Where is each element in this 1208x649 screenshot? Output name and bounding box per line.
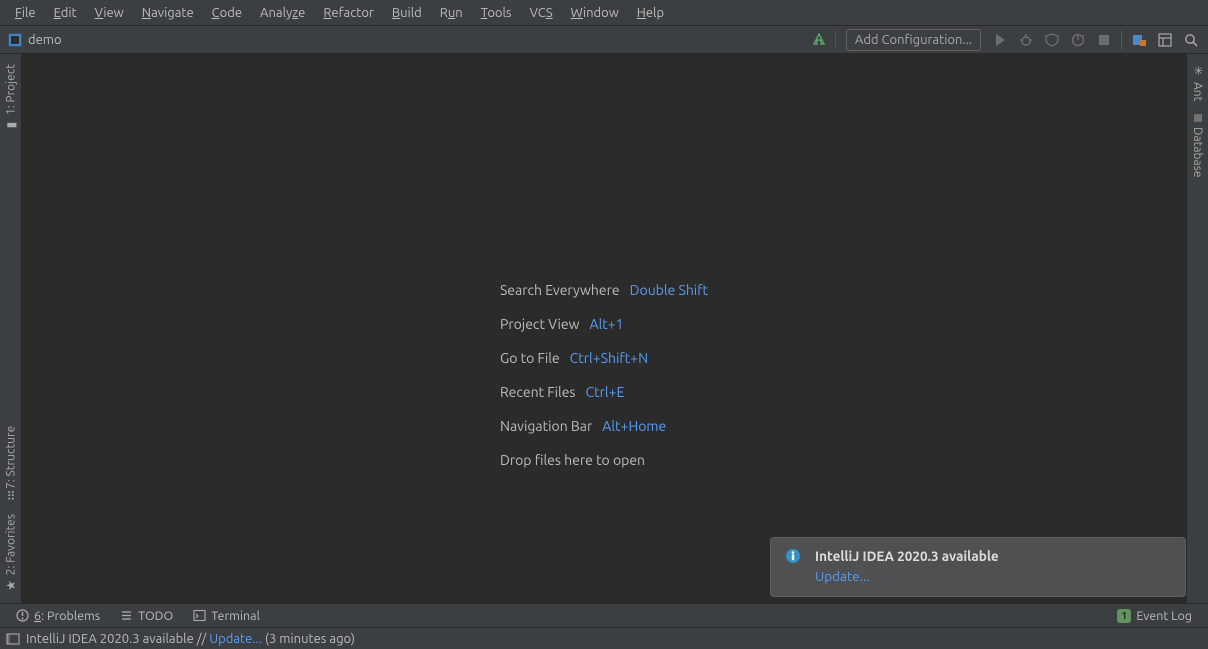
toolwindow-project[interactable]: ▮ 1: Project (2, 58, 20, 139)
toolbar-separator (1121, 31, 1122, 49)
toolwindow-label: Event Log (1136, 609, 1192, 623)
run-config-label: Add Configuration... (855, 33, 972, 47)
info-icon (785, 548, 801, 564)
vcs-update-button[interactable] (1126, 29, 1152, 51)
menu-vcs[interactable]: VCS (521, 4, 562, 22)
terminal-icon (193, 609, 206, 622)
menu-bar: File Edit View Navigate Code Analyze Ref… (0, 0, 1208, 26)
list-icon (120, 609, 133, 622)
toolbar-separator (835, 31, 836, 49)
search-everywhere-button[interactable] (1178, 29, 1204, 51)
menu-edit[interactable]: Edit (45, 4, 86, 22)
toolwindow-ant[interactable]: ✳ Ant (1189, 58, 1207, 107)
structure-icon: ⠿ (6, 490, 15, 504)
hint-project-view: Project View Alt+1 (500, 316, 708, 332)
run-config-combo[interactable]: Add Configuration... (846, 29, 981, 51)
editor-empty-state: Search Everywhere Double Shift Project V… (22, 54, 1186, 603)
hint-shortcut: Ctrl+E (586, 384, 625, 400)
hint-search-everywhere: Search Everywhere Double Shift (500, 282, 708, 298)
hint-shortcut: Alt+1 (589, 316, 623, 332)
hint-navigation-bar: Navigation Bar Alt+Home (500, 418, 708, 434)
warning-icon (16, 609, 29, 622)
hint-label: Go to File (500, 350, 560, 366)
project-structure-button[interactable] (1152, 29, 1178, 51)
toolwindow-favorites[interactable]: ★ 2: Favorites (2, 508, 20, 599)
build-button[interactable] (807, 29, 831, 51)
project-icon (8, 33, 22, 47)
drop-files-hint: Drop files here to open (500, 452, 708, 468)
menu-view[interactable]: View (86, 4, 133, 22)
menu-build[interactable]: Build (383, 4, 431, 22)
toolwindow-structure[interactable]: ⠿ 7: Structure (2, 420, 20, 508)
folder-icon: ▮ (4, 119, 18, 133)
menu-help[interactable]: Help (628, 4, 673, 22)
toolwindows-toggle-icon[interactable] (6, 632, 20, 646)
project-name[interactable]: demo (28, 33, 62, 47)
right-tool-gutter: ✳ Ant ≣ Database (1186, 54, 1208, 603)
toolwindow-label: 6: Problems (34, 609, 100, 623)
toolwindow-label: 2: Favorites (4, 514, 17, 575)
hint-label: Search Everywhere (500, 282, 620, 298)
navigation-bar: demo Add Configuration... (0, 26, 1208, 54)
notification-title: IntelliJ IDEA 2020.3 available (815, 548, 1171, 564)
database-icon: ≣ (1191, 113, 1205, 123)
menu-file[interactable]: File (6, 4, 45, 22)
run-button[interactable] (987, 29, 1013, 51)
menu-code[interactable]: Code (203, 4, 251, 22)
main-area: ▮ 1: Project ⠿ 7: Structure ★ 2: Favorit… (0, 54, 1208, 603)
star-icon: ★ (4, 579, 18, 593)
bottom-tool-bar: 6: Problems TODO Terminal 1 Event Log (0, 603, 1208, 627)
toolwindow-label: Ant (1191, 82, 1204, 101)
status-message: IntelliJ IDEA 2020.3 available // Update… (26, 632, 355, 646)
coverage-button[interactable] (1039, 29, 1065, 51)
ant-icon: ✳ (1191, 64, 1205, 78)
menu-run[interactable]: Run (431, 4, 472, 22)
stop-button[interactable] (1091, 29, 1117, 51)
hint-shortcut: Alt+Home (602, 418, 666, 434)
hint-label: Navigation Bar (500, 418, 592, 434)
hint-label: Project View (500, 316, 580, 332)
toolwindow-event-log[interactable]: 1 Event Log (1107, 609, 1202, 623)
menu-analyze[interactable]: Analyze (251, 4, 314, 22)
hint-shortcut: Double Shift (630, 282, 708, 298)
menu-window[interactable]: Window (562, 4, 628, 22)
debug-button[interactable] (1013, 29, 1039, 51)
hint-recent-files: Recent Files Ctrl+E (500, 384, 708, 400)
menu-tools[interactable]: Tools (472, 4, 521, 22)
toolwindow-todo[interactable]: TODO (110, 609, 183, 623)
status-bar: IntelliJ IDEA 2020.3 available // Update… (0, 627, 1208, 649)
empty-state-hints: Search Everywhere Double Shift Project V… (500, 282, 708, 468)
menu-navigate[interactable]: Navigate (133, 4, 203, 22)
hint-shortcut: Ctrl+Shift+N (570, 350, 648, 366)
toolwindow-terminal[interactable]: Terminal (183, 609, 270, 623)
toolwindow-label: 1: Project (4, 64, 17, 115)
toolwindow-database[interactable]: ≣ Database (1189, 107, 1207, 184)
hint-go-to-file: Go to File Ctrl+Shift+N (500, 350, 708, 366)
toolwindow-label: Database (1191, 127, 1204, 178)
hint-label: Recent Files (500, 384, 576, 400)
toolwindow-label: Terminal (211, 609, 260, 623)
left-tool-gutter: ▮ 1: Project ⠿ 7: Structure ★ 2: Favorit… (0, 54, 22, 603)
toolwindow-label: TODO (138, 609, 173, 623)
status-update-link[interactable]: Update... (209, 632, 262, 646)
profile-button[interactable] (1065, 29, 1091, 51)
toolwindow-label: 7: Structure (4, 426, 17, 489)
event-count-badge: 1 (1117, 609, 1131, 623)
notification-update-link[interactable]: Update... (815, 568, 1171, 584)
menu-refactor[interactable]: Refactor (314, 4, 383, 22)
notification-balloon[interactable]: IntelliJ IDEA 2020.3 available Update... (770, 537, 1186, 597)
toolwindow-problems[interactable]: 6: Problems (6, 609, 110, 623)
